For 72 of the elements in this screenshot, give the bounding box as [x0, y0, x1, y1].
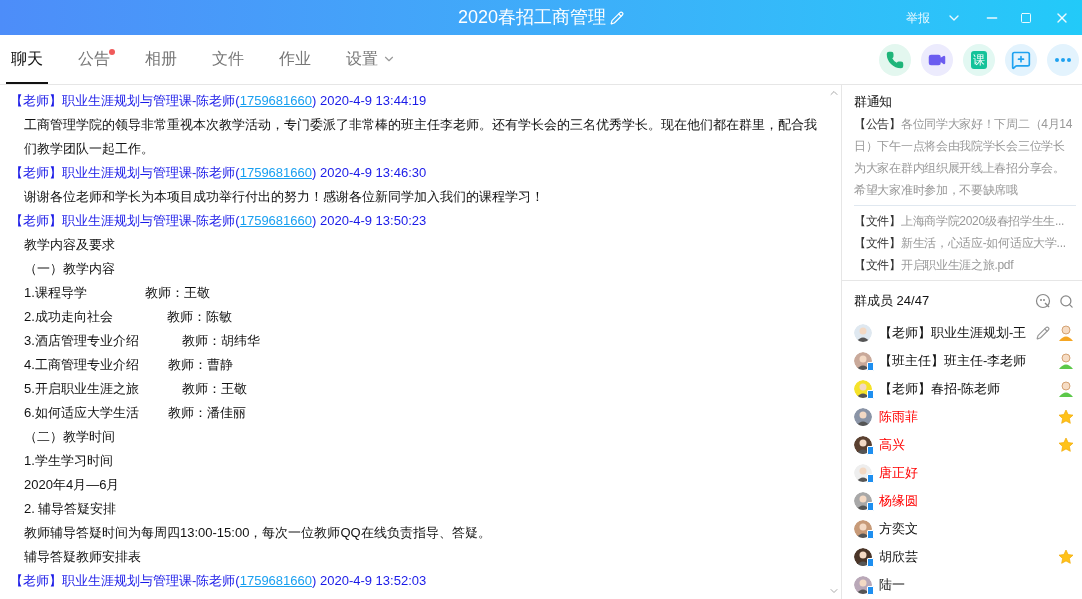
notice-tag: 【公告】	[854, 117, 901, 131]
maximize-icon[interactable]	[1020, 11, 1032, 24]
message-text: 4.工商管理专业介绍 教师：曹静	[23, 356, 234, 374]
phone-icon	[886, 50, 904, 69]
member-name: 唐正好	[879, 465, 918, 481]
phone-button[interactable]	[879, 43, 911, 76]
member-row[interactable]: 【老师】职业生涯规划-王	[854, 319, 1074, 347]
search-icon[interactable]	[1059, 293, 1074, 309]
member-row[interactable]: 胡欣芸	[854, 543, 1074, 571]
message-text: 1.课程导学 教师：王敬	[23, 284, 211, 302]
message-text: 2020年4月—6月	[23, 476, 121, 494]
member-name: 陆一	[879, 577, 905, 593]
message-header: 【老师】职业生涯规划与管理课-陈老师(1759681660) 2020-4-9 13:52:03	[10, 572, 428, 590]
more-icon	[1055, 57, 1071, 62]
tab[interactable]: 设置	[341, 35, 401, 84]
member-name: 方奕文	[879, 521, 918, 537]
notice-tag: 【文件】	[854, 236, 901, 250]
member-name: 胡欣芸	[879, 549, 918, 565]
member-name: 【班主任】班主任-李老师	[879, 353, 1027, 369]
notices-heading: 群通知	[854, 93, 894, 111]
user-id-link[interactable]: 1759681660	[239, 165, 312, 180]
member-name: 【老师】春招-陈老师	[879, 381, 1001, 397]
notice-tag: 【文件】	[854, 214, 901, 228]
member-name: 【老师】职业生涯规划-王	[879, 325, 1027, 341]
member-name: 高兴	[879, 437, 905, 453]
window-title: 2020春招工商管理	[457, 6, 606, 29]
message-text: 5.开启职业生涯之旅 教师：王敬	[23, 380, 249, 398]
notice-item[interactable]: 【文件】新生活，心适应-如何适应大学...	[854, 232, 1076, 254]
user-id-link[interactable]: 1759681660	[239, 213, 312, 228]
message-text: 谢谢各位老师和学长为本项目成功举行付出的努力！感谢各位新同学加入我们的课程学习！	[23, 188, 545, 206]
member-name: 杨缘圆	[879, 493, 918, 509]
member-row[interactable]: 杨缘圆	[854, 487, 1074, 515]
user-id-link[interactable]: 1759681660	[239, 93, 312, 108]
notice-tag: 【文件】	[854, 258, 901, 272]
message-text: 教师辅导答疑时间为每周四13:00-15:00，每次一位教师QQ在线负责指导、答疑。	[23, 524, 492, 542]
message-text: （一）教学内容	[23, 260, 116, 278]
edit-icon[interactable]	[1036, 326, 1050, 340]
tab[interactable]: 聊天	[6, 35, 48, 84]
tab[interactable]: 文件	[207, 35, 249, 84]
message-text: 3.酒店管理专业介绍 教师：胡纬华	[23, 332, 262, 350]
message-text: 6.如何适应大学生活 教师：潘佳丽	[23, 404, 247, 422]
message-button[interactable]	[1005, 43, 1037, 76]
notice-item[interactable]: 【文件】上海商学院2020级春招学生生...	[854, 210, 1076, 232]
message-text: 1.学生学习时间	[23, 452, 114, 470]
message-plus-icon	[1011, 49, 1031, 70]
message-text: 2.成功走向社会 教师：陈敏	[23, 308, 234, 326]
message-text: 2. 辅导答疑安排	[23, 500, 118, 518]
member-row[interactable]: 陈雨菲	[854, 403, 1074, 431]
member-row[interactable]: 【老师】春招-陈老师	[854, 375, 1074, 403]
user-id-link[interactable]: 1759681660	[239, 573, 312, 588]
message-text: 辅导答疑教师安排表	[23, 548, 142, 566]
message-header: 【老师】职业生涯规划与管理课-陈老师(1759681660) 2020-4-9 13:46:30	[10, 164, 428, 182]
member-row[interactable]: 高兴	[854, 431, 1074, 459]
message-text: 工商管理学院的领导非常重视本次教学活动，专门委派了非常棒的班主任李老师。还有学长会的三名优秀学长。现在他们都在群里，配合我们教学团队一起工作。	[23, 116, 818, 158]
lesson-label: 课	[971, 50, 987, 69]
notice-item[interactable]: 【文件】开启职业生涯之旅.pdf	[854, 254, 1076, 276]
member-name: 陈雨菲	[879, 409, 918, 425]
more-button[interactable]	[1047, 43, 1079, 76]
message-text: （二）教学时间	[23, 428, 116, 446]
member-row[interactable]: 唐正好	[854, 459, 1074, 487]
members-heading: 群成员 24/47	[854, 292, 930, 311]
member-row[interactable]: 【班主任】班主任-李老师	[854, 347, 1074, 375]
video-button[interactable]	[921, 43, 953, 76]
message-header: 【老师】职业生涯规划与管理课-陈老师(1759681660) 2020-4-9 13:50:23	[10, 212, 428, 230]
message-header: 【老师】职业生涯规划与管理课-陈老师(1759681660) 2020-4-9 13:44:19	[10, 92, 428, 110]
member-row[interactable]: 方奕文	[854, 515, 1074, 543]
notice-item[interactable]: 【公告】各位同学大家好！下周二（4月14日）下午一点将会由我院学长会三位学长为大家在群内组织展开线上春招分享会。希望大家准时参加，不要缺席哦	[854, 113, 1076, 206]
member-row[interactable]: 陆一	[854, 571, 1074, 599]
tab[interactable]: 作业	[274, 35, 316, 84]
tab[interactable]: 相册	[140, 35, 182, 84]
tab[interactable]: 公告	[73, 35, 115, 84]
message-text: 教学内容及要求	[23, 236, 116, 254]
